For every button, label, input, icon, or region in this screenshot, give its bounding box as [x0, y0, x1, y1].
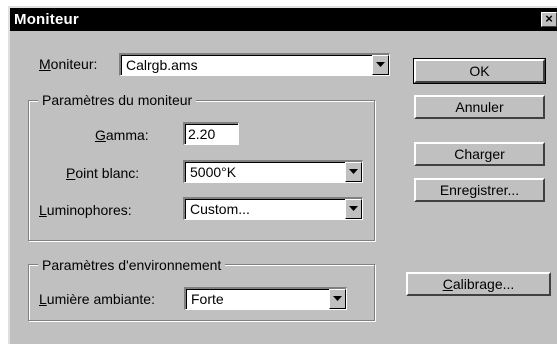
luminophores-dropdown-button[interactable]	[345, 199, 362, 219]
moniteur-dropdown-button[interactable]	[372, 55, 389, 75]
lumiere-dropdown-button[interactable]	[329, 289, 346, 309]
moniteur-select[interactable]: Calrgb.ams	[119, 53, 390, 76]
lumiere-value: Forte	[191, 291, 224, 307]
window-title: Moniteur	[14, 11, 79, 28]
chevron-down-icon	[349, 169, 358, 174]
chevron-down-icon	[349, 206, 358, 211]
chevron-down-icon	[376, 62, 385, 67]
luminophores-select[interactable]: Custom...	[183, 197, 363, 220]
close-icon: ×	[545, 11, 553, 26]
monitor-params-title: Paramètres du moniteur	[38, 92, 197, 108]
charger-button[interactable]: Charger	[414, 142, 545, 166]
point-blanc-select[interactable]: 5000°K	[183, 160, 363, 183]
point-blanc-label: Point blanc:	[66, 165, 140, 181]
ok-button[interactable]: OK	[413, 58, 546, 84]
luminophores-label: Luminophores:	[39, 202, 132, 218]
title-bar[interactable]: Moniteur ×	[10, 8, 557, 31]
gamma-input[interactable]: 2.20	[183, 122, 239, 145]
calibrage-button[interactable]: Calibrage...	[406, 272, 551, 296]
gamma-label: Gamma:	[95, 127, 149, 143]
env-params-title: Paramètres d'environnement	[38, 257, 226, 273]
close-button[interactable]: ×	[541, 12, 557, 27]
luminophores-value: Custom...	[190, 201, 250, 217]
gamma-value: 2.20	[188, 126, 216, 142]
moniteur-label: Moniteur:	[39, 56, 98, 72]
lumiere-label: Lumière ambiante:	[39, 291, 155, 307]
point-blanc-dropdown-button[interactable]	[345, 162, 362, 182]
monitor-dialog: Moniteur × Moniteur: Calrgb.ams Paramètr…	[8, 6, 557, 344]
annuler-button[interactable]: Annuler	[414, 95, 545, 119]
lumiere-select[interactable]: Forte	[184, 287, 347, 310]
enregistrer-button[interactable]: Enregistrer...	[414, 178, 545, 202]
chevron-down-icon	[333, 296, 342, 301]
point-blanc-value: 5000°K	[190, 164, 237, 180]
moniteur-value: Calrgb.ams	[126, 57, 198, 73]
